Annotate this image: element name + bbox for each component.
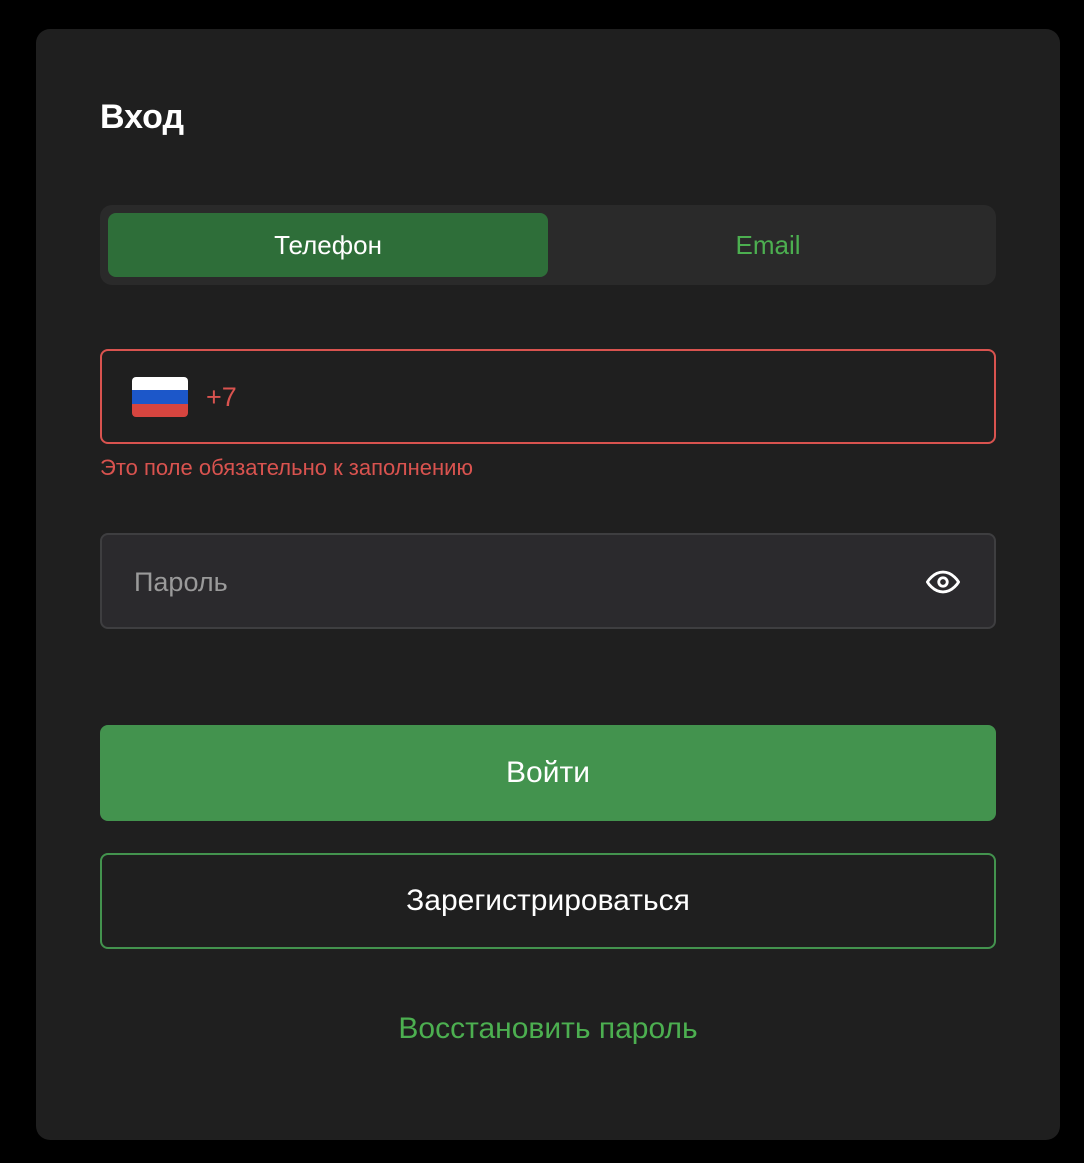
russia-flag-icon[interactable] [132,377,188,417]
recover-password-link[interactable]: Восстановить пароль [100,1009,996,1049]
page-title: Вход [100,98,185,136]
tab-email[interactable]: Email [548,213,988,277]
password-input[interactable] [132,555,896,609]
register-button[interactable]: Зарегистрироваться [100,853,996,949]
phone-prefix: +7 [206,382,237,412]
phone-field[interactable]: +7 [100,349,996,444]
phone-error-message: Это поле обязательно к заполнению [100,455,473,480]
login-method-tabs: Телефон Email [100,205,996,285]
eye-icon[interactable] [926,565,960,599]
tab-phone[interactable]: Телефон [108,213,548,277]
phone-input[interactable] [250,371,954,425]
login-button[interactable]: Войти [100,725,996,821]
password-field[interactable] [100,533,996,629]
login-card: Вход Телефон Email +7 Это поле обязатель… [36,29,1060,1140]
